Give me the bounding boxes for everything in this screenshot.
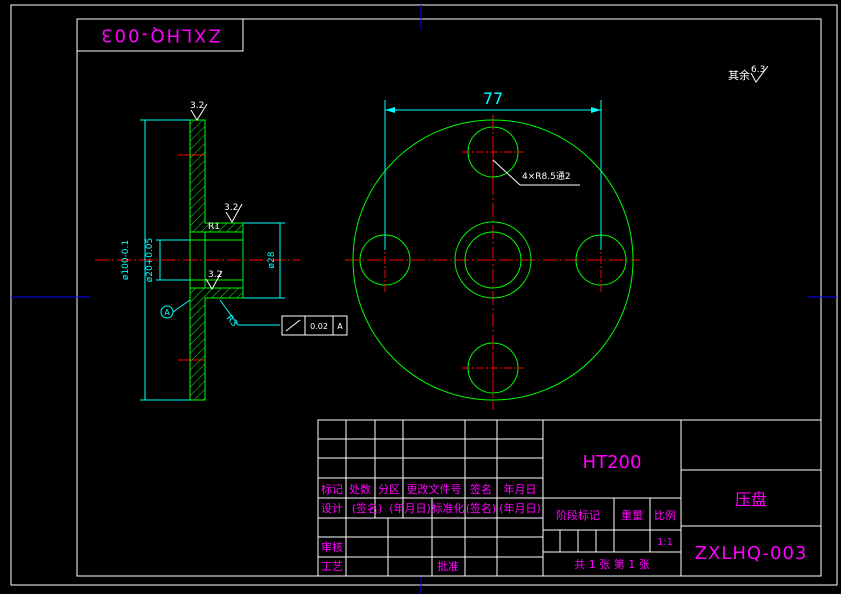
std-sign: (签名) xyxy=(466,501,497,515)
bolt-circle-label: 77 xyxy=(483,89,503,108)
standardization-label: 标准化 xyxy=(432,501,465,515)
hdr-mark: 标记 xyxy=(321,482,343,496)
approve-label: 批准 xyxy=(437,559,459,573)
stage-mark-label: 阶段标记 xyxy=(556,508,600,522)
sheet-info: 共 1 张 第 1 张 xyxy=(574,557,649,571)
drawing-code-label: ZXLHQ-003 xyxy=(695,543,808,564)
scale-label: 比例 xyxy=(654,508,676,522)
drawing-sheet: ZXLHQ-003 其余 6.3 ø100-0.1 ø20+0.05 ø28 R… xyxy=(10,4,838,594)
roughness-note-label: 其余 xyxy=(728,68,750,82)
bore-diameter-label: ø28 xyxy=(267,251,277,268)
std-date: (年月日) xyxy=(499,501,541,515)
hole-callout-leader xyxy=(492,159,521,186)
roughness-value-3: 3.2 xyxy=(208,270,222,280)
tolerance-symbol xyxy=(285,319,301,332)
design-label: 设计 xyxy=(321,502,343,515)
rotated-drawing-code: ZXLHQ-003 xyxy=(99,25,221,46)
outer-diameter-label: ø100-0.1 xyxy=(121,240,131,280)
hdr-zone: 分区 xyxy=(378,483,400,496)
hdr-count: 处数 xyxy=(349,483,371,496)
design-sign: (签名) xyxy=(352,501,383,515)
datum-leader xyxy=(172,299,191,313)
part-name-label: 压盘 xyxy=(735,490,767,509)
datum-label: A xyxy=(164,308,170,317)
weight-label: 重量 xyxy=(621,508,643,522)
roughness-value-2: 3.2 xyxy=(224,203,238,213)
section-top-part xyxy=(189,119,244,233)
hdr-signature: 签名 xyxy=(470,482,492,496)
process-label: 工艺 xyxy=(321,560,343,573)
arrow-right xyxy=(591,107,601,113)
hole-callout-label: 4×R8.5通2 xyxy=(522,171,571,182)
review-label: 审核 xyxy=(321,540,343,554)
tolerance-datum: A xyxy=(337,322,343,331)
section-bottom-part xyxy=(189,287,244,401)
hdr-date: 年月日 xyxy=(504,482,537,496)
section-view: ø100-0.1 ø20+0.05 ø28 R1 R3 3.2 3.2 3.2 … xyxy=(95,101,348,401)
material-label: HT200 xyxy=(583,452,642,473)
scale-value: 1:1 xyxy=(657,537,673,548)
front-view: 77 4×R8.5通2 xyxy=(345,89,640,410)
roughness-value-1: 3.2 xyxy=(190,101,204,111)
tolerance-value: 0.02 xyxy=(310,322,328,331)
roughness-note-value: 6.3 xyxy=(751,65,765,75)
hdr-change-doc: 更改文件号 xyxy=(407,482,462,496)
radius-top-label: R1 xyxy=(208,222,220,232)
radius-bottom-label: R3 xyxy=(224,314,239,330)
inner-diameter-label: ø20+0.05 xyxy=(145,238,155,283)
title-block-text: 标记 处数 分区 更改文件号 签名 年月日 设计 (签名) (年月日) 标准化 … xyxy=(321,482,676,573)
arrow-left xyxy=(385,107,395,113)
design-date: (年月日) xyxy=(389,501,431,515)
